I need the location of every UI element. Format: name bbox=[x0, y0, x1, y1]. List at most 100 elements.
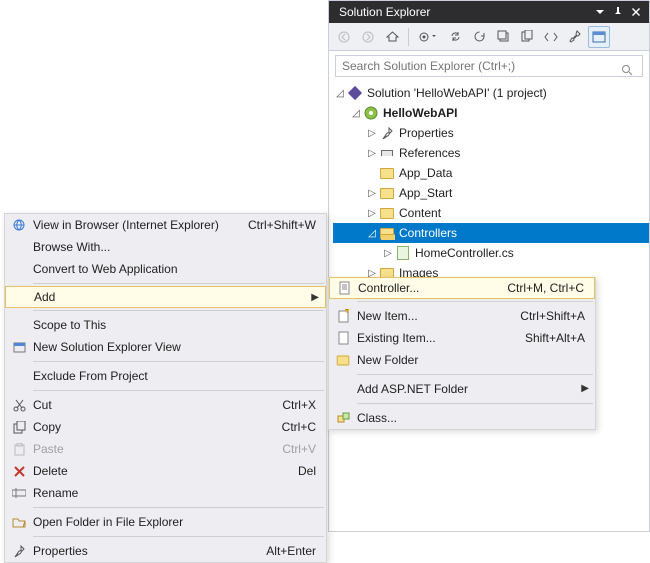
expand-icon[interactable]: ▷ bbox=[365, 128, 379, 139]
folder-icon bbox=[379, 165, 395, 181]
rename-icon bbox=[5, 488, 33, 498]
pin-icon[interactable] bbox=[609, 3, 627, 21]
search-wrap bbox=[329, 51, 649, 81]
mi-label: Class... bbox=[357, 411, 585, 425]
mi-label: Scope to This bbox=[33, 318, 316, 332]
dropdown-icon[interactable] bbox=[591, 3, 609, 21]
mi-view-in-browser[interactable]: View in Browser (Internet Explorer)Ctrl+… bbox=[5, 214, 326, 236]
expand-icon[interactable]: ◿ bbox=[365, 228, 379, 239]
tree-homecontroller[interactable]: ▷ HomeController.cs bbox=[333, 243, 649, 263]
menu-separator bbox=[33, 361, 324, 362]
mi-open-folder[interactable]: Open Folder in File Explorer bbox=[5, 511, 326, 533]
menu-separator bbox=[357, 374, 593, 375]
mi-label: New Item... bbox=[357, 309, 508, 323]
mi-shortcut: Ctrl+Shift+W bbox=[236, 218, 316, 232]
solution-explorer-panel: Solution Explorer ◿ Solution 'HelloWebAP… bbox=[328, 0, 650, 532]
search-input[interactable] bbox=[335, 55, 643, 77]
project-icon bbox=[363, 105, 379, 121]
forward-icon[interactable] bbox=[357, 26, 379, 48]
solution-node[interactable]: ◿ Solution 'HelloWebAPI' (1 project) bbox=[333, 83, 649, 103]
mi-shortcut: Del bbox=[286, 464, 316, 478]
expand-icon[interactable]: ▷ bbox=[365, 208, 379, 219]
tree-appdata[interactable]: ▷App_Data bbox=[333, 163, 649, 183]
code-icon[interactable] bbox=[540, 26, 562, 48]
mi-new-folder[interactable]: New Folder bbox=[329, 349, 595, 371]
close-icon[interactable] bbox=[627, 3, 645, 21]
node-label: HomeController.cs bbox=[415, 246, 514, 260]
mi-properties[interactable]: PropertiesAlt+Enter bbox=[5, 540, 326, 562]
folder-icon bbox=[379, 185, 395, 201]
mi-add-aspnet-folder[interactable]: Add ASP.NET Folder▶ bbox=[329, 378, 595, 400]
preview-selected-icon[interactable] bbox=[588, 26, 610, 48]
mi-class[interactable]: Class... bbox=[329, 407, 595, 429]
context-menu: View in Browser (Internet Explorer)Ctrl+… bbox=[4, 213, 327, 563]
tree-content[interactable]: ▷Content bbox=[333, 203, 649, 223]
menu-separator bbox=[33, 310, 324, 311]
node-label: Properties bbox=[399, 126, 454, 140]
mi-label: View in Browser (Internet Explorer) bbox=[33, 218, 236, 232]
mi-exclude[interactable]: Exclude From Project bbox=[5, 365, 326, 387]
mi-convert-wap[interactable]: Convert to Web Application bbox=[5, 258, 326, 280]
mi-label: Delete bbox=[33, 464, 286, 478]
expand-icon[interactable]: ▷ bbox=[365, 188, 379, 199]
panel-title: Solution Explorer bbox=[339, 5, 591, 19]
properties-icon[interactable] bbox=[564, 26, 586, 48]
mi-shortcut: Ctrl+X bbox=[270, 398, 316, 412]
collapse-all-icon[interactable] bbox=[492, 26, 514, 48]
browser-icon bbox=[5, 218, 33, 232]
mi-label: Controller... bbox=[358, 281, 495, 295]
mi-rename[interactable]: Rename bbox=[5, 482, 326, 504]
tree-appstart[interactable]: ▷ App_Start bbox=[333, 183, 649, 203]
solution-icon bbox=[347, 85, 363, 101]
mi-label: Browse With... bbox=[33, 240, 316, 254]
mi-shortcut: Ctrl+V bbox=[270, 442, 316, 456]
new-item-icon bbox=[329, 309, 357, 323]
expand-icon[interactable]: ◿ bbox=[333, 88, 347, 99]
back-icon[interactable] bbox=[333, 26, 355, 48]
mi-label: Convert to Web Application bbox=[33, 262, 316, 276]
search-icon[interactable] bbox=[621, 64, 633, 79]
mi-label: Add bbox=[34, 290, 315, 304]
panel-toolbar bbox=[329, 23, 649, 51]
mi-shortcut: Ctrl+M, Ctrl+C bbox=[495, 281, 584, 295]
mi-label: Paste bbox=[33, 442, 270, 456]
menu-separator bbox=[33, 390, 324, 391]
expand-icon[interactable]: ◿ bbox=[349, 108, 363, 119]
wrench-icon bbox=[5, 545, 33, 558]
mi-existing-item[interactable]: Existing Item...Shift+Alt+A bbox=[329, 327, 595, 349]
mi-cut[interactable]: CutCtrl+X bbox=[5, 394, 326, 416]
mi-new-item[interactable]: New Item...Ctrl+Shift+A bbox=[329, 305, 595, 327]
scope-dropdown-icon[interactable] bbox=[414, 26, 442, 48]
mi-delete[interactable]: DeleteDel bbox=[5, 460, 326, 482]
home-icon[interactable] bbox=[381, 26, 403, 48]
tree-references[interactable]: ▷References bbox=[333, 143, 649, 163]
mi-browse-with[interactable]: Browse With... bbox=[5, 236, 326, 258]
project-label: HelloWebAPI bbox=[383, 106, 457, 120]
mi-label: New Folder bbox=[357, 353, 585, 367]
mi-add[interactable]: Add▶ bbox=[5, 286, 326, 308]
folder-open-icon bbox=[379, 225, 395, 241]
node-label: App_Start bbox=[399, 186, 452, 200]
solution-label: Solution 'HelloWebAPI' (1 project) bbox=[367, 86, 547, 100]
mi-controller[interactable]: Controller...Ctrl+M, Ctrl+C bbox=[329, 277, 595, 299]
mi-scope[interactable]: Scope to This bbox=[5, 314, 326, 336]
refresh-icon[interactable] bbox=[468, 26, 490, 48]
csharp-file-icon bbox=[395, 245, 411, 261]
panel-titlebar: Solution Explorer bbox=[329, 1, 649, 23]
mi-label: New Solution Explorer View bbox=[33, 340, 316, 354]
copy-icon bbox=[5, 421, 33, 434]
show-all-files-icon[interactable] bbox=[516, 26, 538, 48]
expand-icon[interactable]: ▷ bbox=[365, 148, 379, 159]
menu-separator bbox=[33, 536, 324, 537]
tree-properties[interactable]: ▷ Properties bbox=[333, 123, 649, 143]
new-view-icon bbox=[5, 341, 33, 354]
project-node[interactable]: ◿ HelloWebAPI bbox=[333, 103, 649, 123]
folder-icon bbox=[379, 205, 395, 221]
mi-new-se-view[interactable]: New Solution Explorer View bbox=[5, 336, 326, 358]
tree-controllers[interactable]: ◿Controllers bbox=[333, 223, 649, 243]
mi-label: Copy bbox=[33, 420, 270, 434]
references-icon bbox=[379, 145, 395, 161]
expand-icon[interactable]: ▷ bbox=[381, 248, 395, 259]
mi-copy[interactable]: CopyCtrl+C bbox=[5, 416, 326, 438]
sync-icon[interactable] bbox=[444, 26, 466, 48]
